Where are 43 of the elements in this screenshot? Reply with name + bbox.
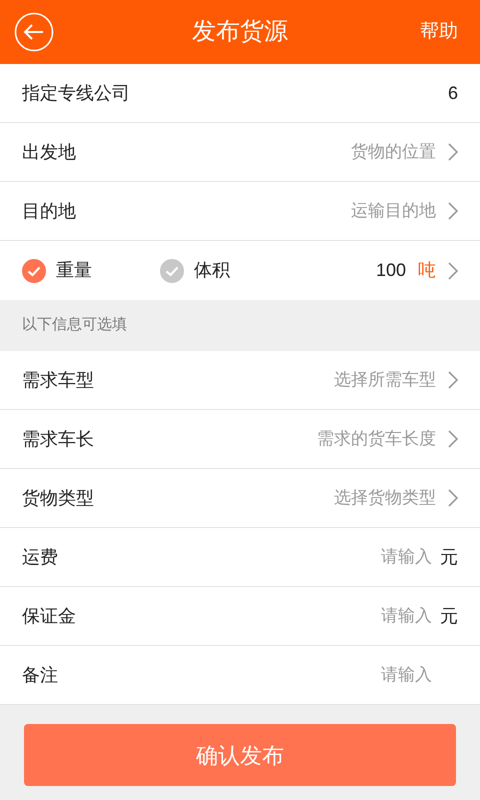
form-row[interactable]: 指定专线公司 6 (0, 64, 480, 123)
check-circle-icon[interactable] (160, 258, 184, 282)
row-placeholder: 运输目的地 (351, 200, 436, 222)
chevron-right-icon (448, 371, 458, 389)
row-label: 需求车长 (22, 428, 94, 450)
row-label: 目的地 (22, 200, 76, 222)
row-label: 运费 (22, 546, 58, 568)
row-label: 需求车型 (22, 368, 94, 392)
input-field[interactable]: 请输入 (312, 603, 432, 629)
option-label[interactable]: 体积 (194, 257, 230, 284)
chevron-right-icon (448, 430, 458, 448)
row-placeholder: 选择所需车型 (334, 369, 436, 392)
form-row[interactable]: 出发地 货物的位置 (0, 123, 480, 182)
form-row[interactable]: 保证金 请输入 元 (0, 587, 480, 646)
check-circle-icon[interactable] (22, 258, 46, 282)
row-placeholder: 选择货物类型 (334, 487, 436, 510)
chevron-right-icon (448, 202, 458, 220)
row-label: 指定专线公司 (22, 82, 130, 104)
unit-label: 元 (440, 546, 458, 568)
input-field[interactable]: 请输入 (312, 662, 432, 688)
row-label: 备注 (22, 664, 58, 686)
unit-label: 元 (440, 604, 458, 628)
row-label: 保证金 (22, 604, 76, 628)
section-label: 以下信息可选填 (22, 315, 127, 336)
form-row[interactable]: 需求车长 需求的货车长度 (0, 410, 480, 469)
form-row[interactable]: 目的地 运输目的地 (0, 182, 480, 241)
chevron-right-icon (448, 143, 458, 161)
option-label[interactable]: 重量 (56, 257, 92, 284)
form-row[interactable]: 货物类型 选择货物类型 (0, 469, 480, 528)
row-label: 货物类型 (22, 486, 94, 510)
row-label: 出发地 (22, 140, 76, 164)
input-field[interactable]: 请输入 (312, 544, 432, 570)
chevron-right-icon (448, 262, 458, 280)
row-placeholder: 货物的位置 (351, 141, 436, 164)
form-row[interactable]: 备注 请输入 (0, 646, 480, 705)
form-row[interactable]: 运费 请输入 元 (0, 528, 480, 587)
row-placeholder: 需求的货车长度 (317, 428, 436, 450)
row-value: 6 (448, 82, 458, 104)
unit-label: 吨 (418, 259, 436, 282)
form-row[interactable]: 需求车型 选择所需车型 (0, 351, 480, 410)
chevron-right-icon (448, 489, 458, 507)
amount-value: 100 (376, 259, 406, 282)
page-title: 发布货源 (192, 17, 288, 47)
